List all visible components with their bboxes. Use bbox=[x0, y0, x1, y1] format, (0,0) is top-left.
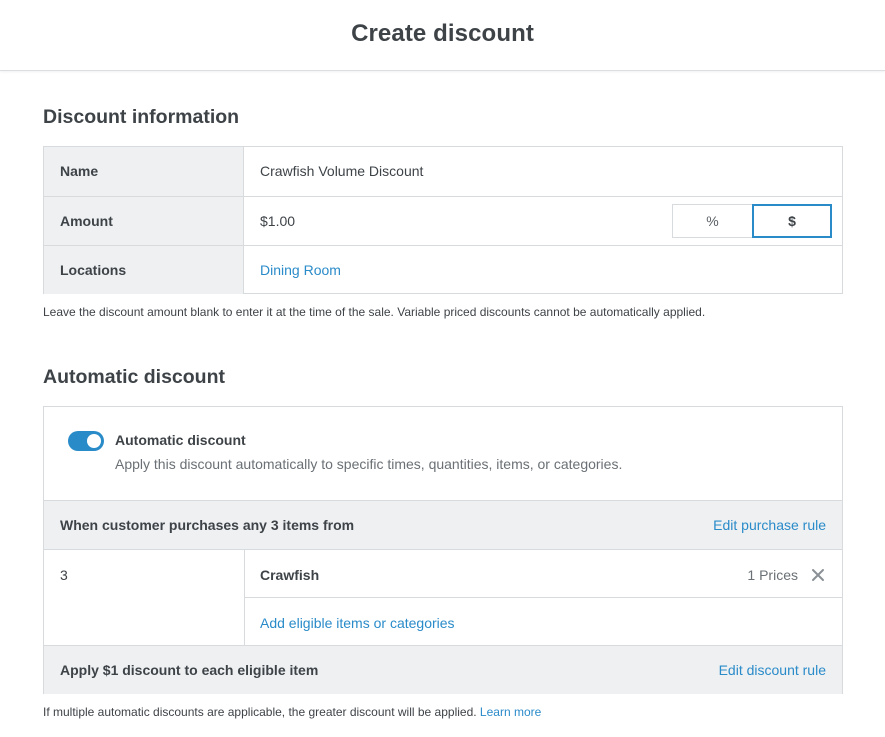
discount-amount-note: Leave the discount amount blank to enter… bbox=[43, 305, 706, 319]
amount-label-cell: Amount bbox=[44, 197, 244, 245]
item-name: Crawfish bbox=[260, 567, 320, 583]
page-header: Create discount bbox=[0, 0, 885, 71]
amount-label: Amount bbox=[60, 213, 113, 229]
toggle-knob bbox=[87, 434, 101, 448]
list-item: Crawfish 1 Prices bbox=[245, 549, 842, 598]
quantity-cell: 3 bbox=[44, 549, 245, 645]
automatic-discount-footer-note: If multiple automatic discounts are appl… bbox=[43, 705, 541, 719]
amount-input[interactable]: $1.00 bbox=[260, 213, 295, 229]
learn-more-link[interactable]: Learn more bbox=[480, 705, 541, 719]
add-eligible-items-link[interactable]: Add eligible items or categories bbox=[260, 615, 455, 631]
page-title: Create discount bbox=[351, 20, 534, 47]
close-icon[interactable] bbox=[811, 568, 825, 582]
locations-label: Locations bbox=[60, 262, 127, 278]
edit-discount-rule-link[interactable]: Edit discount rule bbox=[719, 662, 826, 678]
dollar-toggle-button[interactable]: $ bbox=[752, 204, 832, 238]
name-label: Name bbox=[60, 163, 99, 179]
name-input[interactable]: Crawfish Volume Discount bbox=[260, 163, 423, 179]
discount-rule-bar: Apply $1 discount to each eligible item … bbox=[44, 645, 842, 694]
amount-row: Amount $1.00 % $ bbox=[44, 196, 842, 245]
locations-link[interactable]: Dining Room bbox=[260, 262, 341, 278]
discount-info-table: Name Crawfish Volume Discount Amount $1.… bbox=[43, 146, 843, 294]
quantity-value[interactable]: 3 bbox=[60, 567, 68, 583]
item-prices: 1 Prices bbox=[747, 567, 798, 583]
footer-note-text: If multiple automatic discounts are appl… bbox=[43, 705, 477, 719]
locations-row: Locations Dining Room bbox=[44, 245, 842, 294]
name-label-cell: Name bbox=[44, 147, 244, 196]
locations-label-cell: Locations bbox=[44, 246, 244, 294]
automatic-discount-toggle[interactable] bbox=[68, 431, 104, 451]
name-row: Name Crawfish Volume Discount bbox=[44, 147, 842, 196]
discount-rule-text: Apply $1 discount to each eligible item bbox=[60, 662, 319, 678]
automatic-discount-description: Apply this discount automatically to spe… bbox=[115, 456, 623, 472]
add-items-row: Add eligible items or categories bbox=[245, 597, 842, 645]
edit-purchase-rule-link[interactable]: Edit purchase rule bbox=[713, 517, 826, 533]
percent-toggle-button[interactable]: % bbox=[672, 204, 752, 238]
automatic-discount-panel: Automatic discount Apply this discount a… bbox=[43, 406, 843, 694]
discount-information-heading: Discount information bbox=[43, 106, 240, 128]
automatic-discount-label: Automatic discount bbox=[115, 432, 246, 448]
automatic-discount-heading: Automatic discount bbox=[43, 366, 226, 388]
purchase-rule-bar: When customer purchases any 3 items from… bbox=[44, 500, 842, 549]
purchase-rule-text: When customer purchases any 3 items from bbox=[60, 517, 355, 533]
